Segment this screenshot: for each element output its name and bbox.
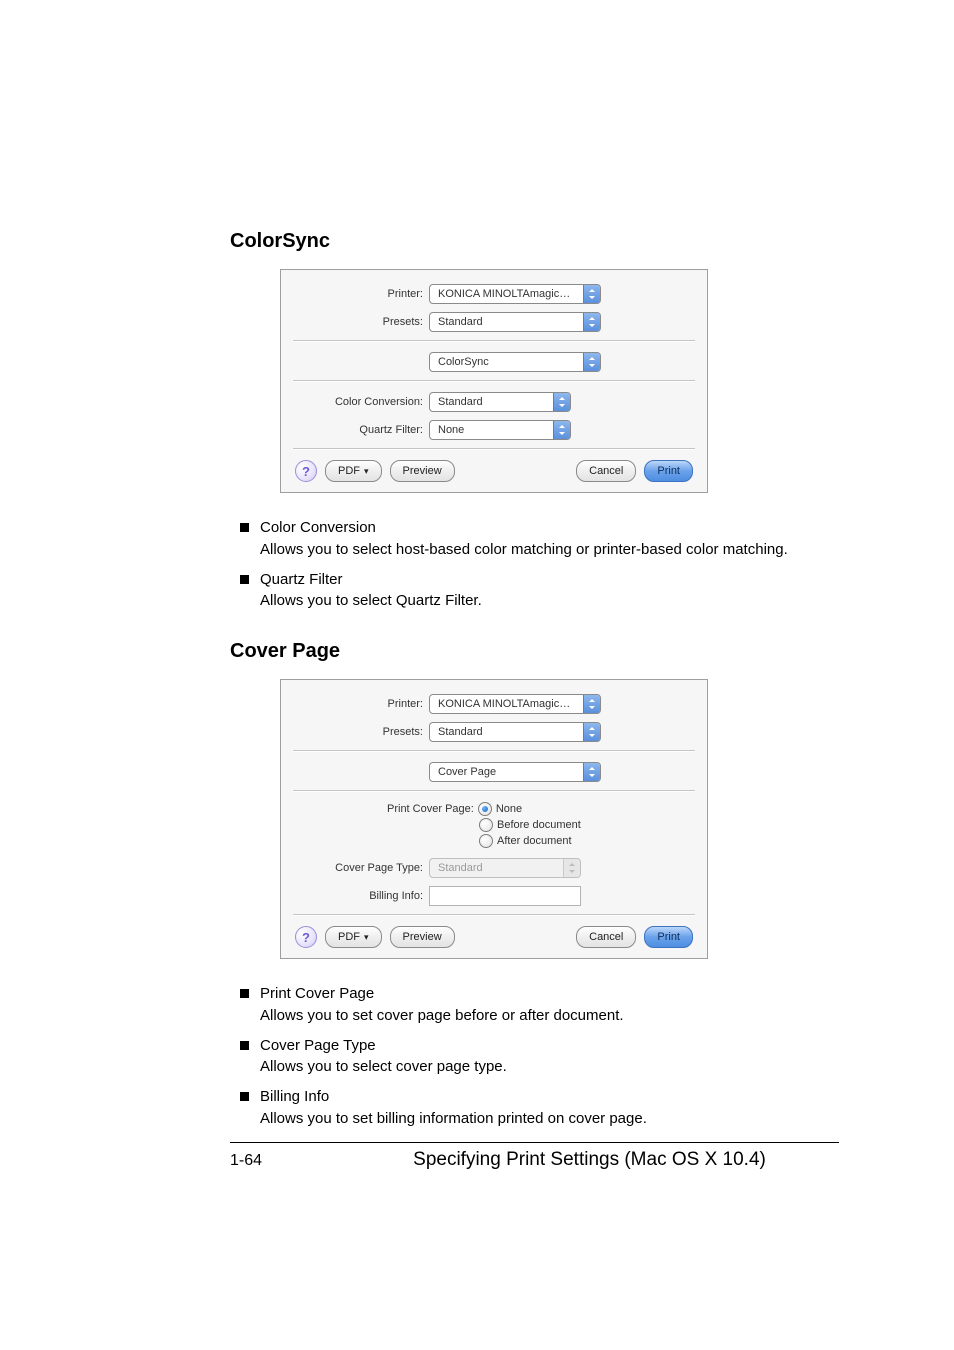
list-item: Cover Page Type Allows you to select cov…: [230, 1035, 839, 1079]
feature-desc: Allows you to set cover page before or a…: [260, 1005, 839, 1027]
feature-desc: Allows you to set billing information pr…: [260, 1108, 839, 1130]
colorsync-feature-list: Color Conversion Allows you to select ho…: [230, 517, 839, 612]
coverpage-feature-list: Print Cover Page Allows you to set cover…: [230, 983, 839, 1130]
page-footer: 1-64 Specifying Print Settings (Mac OS X…: [230, 1142, 839, 1171]
list-item: Billing Info Allows you to set billing i…: [230, 1086, 839, 1130]
updown-icon: [583, 695, 600, 713]
printer-value: KONICA MINOLTAmagicolor 1...: [430, 698, 583, 710]
print-dialog-colorsync: Printer: KONICA MINOLTAmagicolor 1... Pr…: [280, 269, 708, 493]
pane-select[interactable]: ColorSync: [429, 352, 601, 372]
feature-desc: Allows you to select host-based color ma…: [260, 539, 839, 561]
presets-value: Standard: [430, 726, 583, 738]
help-button[interactable]: ?: [295, 926, 317, 948]
cover-page-type-value: Standard: [430, 862, 563, 874]
color-conversion-value: Standard: [430, 396, 553, 408]
color-conversion-select[interactable]: Standard: [429, 392, 571, 412]
feature-title: Color Conversion: [260, 517, 839, 539]
feature-title: Cover Page Type: [260, 1035, 839, 1057]
feature-desc: Allows you to select cover page type.: [260, 1056, 839, 1078]
updown-icon: [553, 393, 570, 411]
feature-title: Print Cover Page: [260, 983, 839, 1005]
list-item: Color Conversion Allows you to select ho…: [230, 517, 839, 561]
radio-after-label: After document: [497, 835, 572, 847]
print-dialog-coverpage: Printer: KONICA MINOLTAmagicolor 1... Pr…: [280, 679, 708, 959]
printer-label: Printer:: [295, 698, 429, 710]
cancel-button[interactable]: Cancel: [576, 460, 636, 482]
updown-icon: [583, 353, 600, 371]
billing-info-label: Billing Info:: [295, 890, 429, 902]
pane-value: Cover Page: [430, 766, 583, 778]
updown-icon: [583, 763, 600, 781]
printer-select[interactable]: KONICA MINOLTAmagicolor 1...: [429, 694, 601, 714]
pane-value: ColorSync: [430, 356, 583, 368]
quartz-filter-label: Quartz Filter:: [295, 424, 429, 436]
radio-after[interactable]: [479, 834, 493, 848]
radio-before[interactable]: [479, 818, 493, 832]
printer-select[interactable]: KONICA MINOLTAmagicolor 1...: [429, 284, 601, 304]
cancel-button[interactable]: Cancel: [576, 926, 636, 948]
presets-label: Presets:: [295, 726, 429, 738]
pdf-button[interactable]: PDF: [325, 460, 382, 482]
presets-label: Presets:: [295, 316, 429, 328]
presets-select[interactable]: Standard: [429, 722, 601, 742]
pdf-button[interactable]: PDF: [325, 926, 382, 948]
cover-page-type-select[interactable]: Standard: [429, 858, 581, 878]
preview-button[interactable]: Preview: [390, 926, 455, 948]
page-number: 1-64: [230, 1152, 340, 1170]
help-button[interactable]: ?: [295, 460, 317, 482]
updown-icon: [583, 285, 600, 303]
quartz-filter-value: None: [430, 424, 553, 436]
updown-icon: [583, 723, 600, 741]
list-item: Quartz Filter Allows you to select Quart…: [230, 569, 839, 613]
radio-none-label: None: [496, 803, 522, 815]
radio-none[interactable]: [478, 802, 492, 816]
section-heading-colorsync: ColorSync: [230, 230, 839, 253]
billing-info-input[interactable]: [429, 886, 581, 906]
print-button[interactable]: Print: [644, 926, 693, 948]
presets-select[interactable]: Standard: [429, 312, 601, 332]
feature-title: Billing Info: [260, 1086, 839, 1108]
print-cover-page-label: Print Cover Page:: [387, 803, 474, 815]
updown-icon: [553, 421, 570, 439]
footer-title: Specifying Print Settings (Mac OS X 10.4…: [340, 1149, 839, 1171]
cover-page-type-label: Cover Page Type:: [295, 862, 429, 874]
color-conversion-label: Color Conversion:: [295, 396, 429, 408]
printer-label: Printer:: [295, 288, 429, 300]
updown-icon: [563, 859, 580, 877]
feature-desc: Allows you to select Quartz Filter.: [260, 590, 839, 612]
feature-title: Quartz Filter: [260, 569, 839, 591]
printer-value: KONICA MINOLTAmagicolor 1...: [430, 288, 583, 300]
pane-select[interactable]: Cover Page: [429, 762, 601, 782]
presets-value: Standard: [430, 316, 583, 328]
radio-before-label: Before document: [497, 819, 581, 831]
list-item: Print Cover Page Allows you to set cover…: [230, 983, 839, 1027]
updown-icon: [583, 313, 600, 331]
quartz-filter-select[interactable]: None: [429, 420, 571, 440]
section-heading-coverpage: Cover Page: [230, 640, 839, 663]
print-button[interactable]: Print: [644, 460, 693, 482]
preview-button[interactable]: Preview: [390, 460, 455, 482]
